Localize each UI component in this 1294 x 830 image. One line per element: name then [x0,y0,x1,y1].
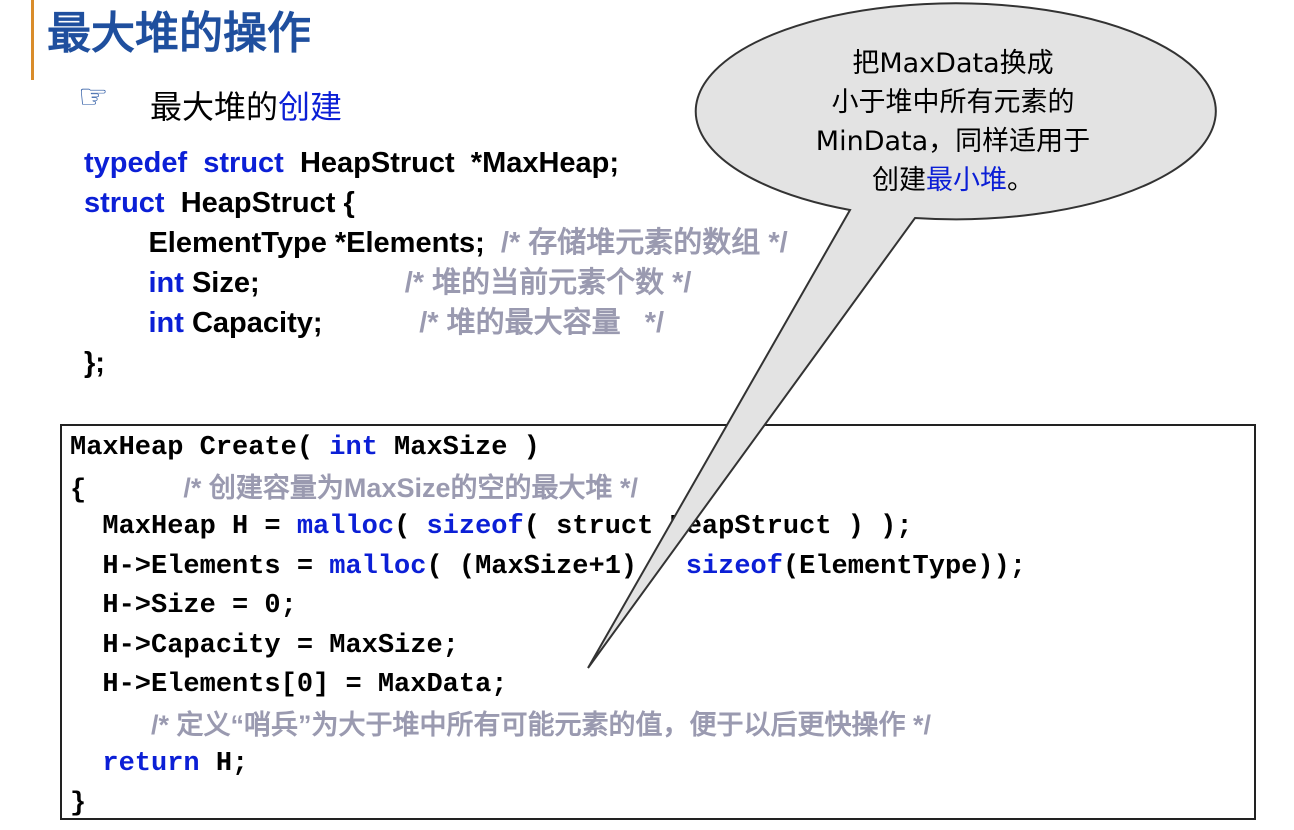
code-line: H->Elements = malloc( (MaxSize+1) * size… [70,548,1026,588]
code-line: typedef struct HeapStruct *MaxHeap; [84,143,788,183]
code-line: }; [84,343,788,383]
code-line: MaxHeap H = malloc( sizeof( struct HeapS… [70,508,1026,548]
keyword-int: int [148,267,184,299]
bullet-item: ☞ 最大堆的创建 [78,77,342,132]
callout-text: 把MaxData换成 小于堆中所有元素的 MinData，同样适用于 创建最小堆… [760,44,1146,200]
title-accent-bar [31,0,34,80]
code-comment: /* 存储堆元素的数组 */ [500,227,788,259]
callout-line: MinData，同样适用于 [815,126,1091,157]
code-line: { /* 创建容量为MaxSize的空的最大堆 */ [70,469,1026,509]
code-line: H->Size = 0; [70,587,1026,627]
comment-text: */ [612,472,638,503]
comment-highlight: 最大堆 [531,472,613,503]
code-text: MaxHeap Create( [70,433,330,463]
code-text: Capacity; [191,307,323,339]
code-comment: /* 堆的最大容量 */ [419,307,665,339]
code-text: ( (MaxSize+1) * [426,551,686,582]
code-line: H->Elements[0] = MaxData; [70,666,1026,706]
code-text: ( [394,512,427,542]
code-line: MaxHeap Create( int MaxSize ) [70,429,1026,469]
code-text: HeapStruct *MaxHeap; [299,147,620,179]
code-line: int Size; /* 堆的当前元素个数 */ [84,263,788,303]
code-line: return H; [70,745,1026,785]
code-line: struct HeapStruct { [84,183,788,223]
keyword-typedef: typedef [84,147,188,179]
code-comment: /* 创建容量为MaxSize的空的最大堆 */ [183,473,638,503]
code-line: ElementType *Elements; /* 存储堆元素的数组 */ [84,223,788,263]
bullet-text-prefix: 最大堆的 [150,88,279,126]
keyword-int: int [148,307,184,339]
code-text: H->Capacity = MaxSize; [102,630,459,661]
callout-line: 把MaxData换成 [852,48,1054,79]
code-text: ElementType *Elements; [148,227,485,259]
keyword-sizeof: sizeof [685,551,783,582]
comment-text: /* 创建容量为MaxSize的空的 [183,472,532,503]
callout-line: 小于堆中所有元素的 [831,87,1075,118]
keyword-struct: struct [84,187,165,219]
code-line: H->Capacity = MaxSize; [70,627,1026,667]
code-text: H->Elements[0] = MaxData; [102,670,508,700]
code-text: MaxHeap H = [102,512,297,542]
code-comment: /* 定义“哨兵”为大于堆中所有可能元素的值，便于以后更快操作 */ [151,709,932,740]
code-text: H->Size = 0; [102,591,297,621]
pointing-hand-icon: ☞ [78,77,109,117]
keyword-malloc: malloc [296,512,395,542]
bullet-text: 最大堆的创建 [150,85,342,129]
keyword-return: return [102,749,200,779]
callout-text-part: 创建 [872,165,926,196]
code-text: ( struct HeapStruct ) ); [523,512,913,542]
keyword-sizeof: sizeof [426,512,524,542]
code-text: H; [199,749,249,779]
code-line: int Capacity; /* 堆的最大容量 */ [84,303,788,343]
code-text: MaxSize ) [377,433,540,463]
slide-title: 最大堆的操作 [47,8,311,59]
code-line: } [70,785,1026,825]
code-text: }; [84,347,105,379]
create-function-code: MaxHeap Create( int MaxSize ){ /* 创建容量为M… [70,429,1026,824]
code-comment: /* 堆的当前元素个数 */ [404,267,692,299]
callout-text-part: 。 [1007,165,1034,196]
code-text: Size; [191,267,260,299]
code-text: { [70,475,87,506]
keyword-int: int [329,433,378,463]
struct-definition-code: typedef struct HeapStruct *MaxHeap; struc… [84,143,788,383]
code-text: } [70,788,87,819]
bullet-text-highlight: 创建 [278,88,343,126]
code-text: H->Elements = [102,551,330,582]
callout-line: 创建最小堆。 [760,161,1146,200]
callout-highlight: 最小堆 [926,165,1007,196]
code-text: (ElementType)); [782,551,1026,582]
keyword-struct: struct [203,147,284,179]
create-function-box: MaxHeap Create( int MaxSize ){ /* 创建容量为M… [60,424,1256,820]
code-line: /* 定义“哨兵”为大于堆中所有可能元素的值，便于以后更快操作 */ [70,706,1026,746]
keyword-malloc: malloc [329,551,427,582]
code-text: HeapStruct { [180,187,355,219]
